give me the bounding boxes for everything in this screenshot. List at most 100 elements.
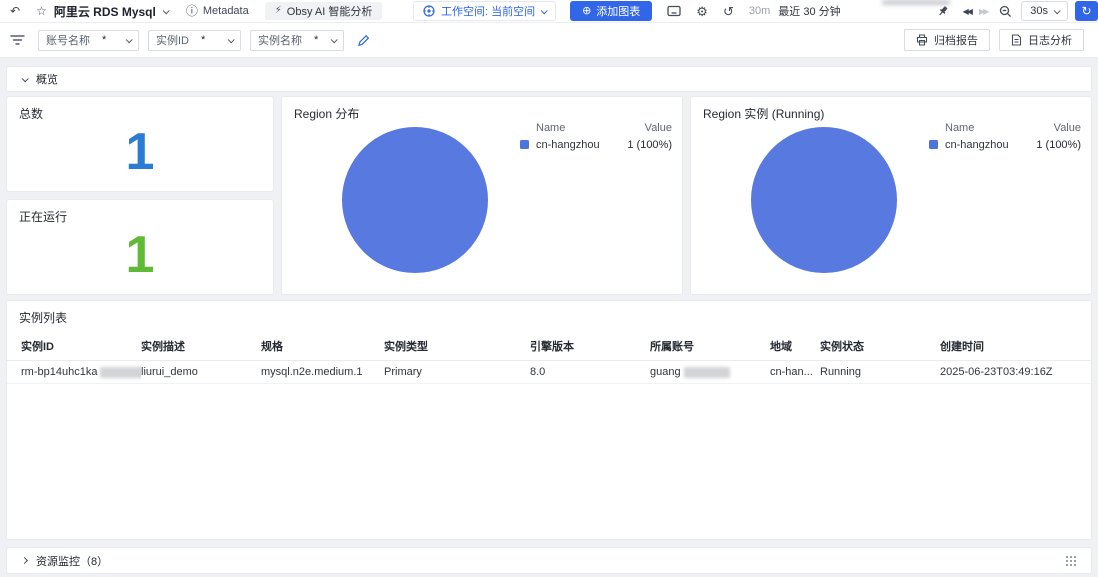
- column-header: 引擎版本: [530, 333, 650, 361]
- running-count-value: 1: [7, 225, 273, 294]
- log-analysis-button[interactable]: 日志分析: [999, 29, 1084, 51]
- filter-instance-name[interactable]: 实例名称 *: [250, 30, 344, 51]
- column-header: 创建时间: [940, 333, 1091, 361]
- favorite-star-icon[interactable]: ☆: [36, 5, 47, 17]
- refresh-interval-label: 30s: [1030, 5, 1048, 17]
- region: cn-han...: [770, 361, 820, 384]
- pie-chart[interactable]: [342, 127, 488, 273]
- back-undo-icon[interactable]: ↶: [10, 5, 20, 17]
- instance-type: Primary: [384, 361, 530, 384]
- chevron-down-icon: [126, 36, 133, 43]
- panel-title: 实例列表: [7, 301, 1091, 326]
- column-header: 所属账号: [650, 333, 770, 361]
- instance-status: Running: [820, 361, 940, 384]
- interval-badge[interactable]: 30m: [749, 5, 770, 17]
- redacted-text: [684, 367, 730, 378]
- redacted-text: [100, 367, 141, 378]
- legend-color-swatch: [929, 140, 938, 149]
- overview-section-header[interactable]: 概览: [6, 66, 1092, 92]
- column-header: 地域: [770, 333, 820, 361]
- filter-bar: 账号名称 * 实例ID * 实例名称 * 归档报告 日志分析: [0, 23, 1098, 58]
- dashboard-page: ↶ ☆ 阿里云 RDS Mysql ⓘ Metadata ⚡ Obsy AI 智…: [0, 0, 1098, 577]
- rewind-icon[interactable]: ◀◀: [963, 7, 971, 16]
- legend-item[interactable]: cn-hangzhou 1 (100%): [520, 136, 672, 153]
- metadata-button[interactable]: ⓘ Metadata: [186, 5, 249, 17]
- region-running-panel: Region 实例 (Running) Name Value cn-hangzh…: [690, 96, 1092, 295]
- panel-title: 总数: [7, 97, 273, 122]
- display-monitor-icon[interactable]: [667, 5, 681, 18]
- filterbar-right-group: 归档报告 日志分析: [904, 29, 1088, 51]
- instance-id: rm-bp14uhc1ka: [21, 366, 97, 378]
- column-header: 实例ID: [7, 333, 141, 361]
- pin-icon[interactable]: [937, 5, 949, 17]
- forward-icon: ▶▶: [979, 7, 987, 16]
- expand-chevron-icon: [21, 557, 28, 564]
- pie-legend: Name Value cn-hangzhou 1 (100%): [929, 119, 1081, 153]
- pie-legend: Name Value cn-hangzhou 1 (100%): [520, 119, 672, 153]
- archive-report-button[interactable]: 归档报告: [904, 29, 990, 51]
- overview-panels-row: 总数 1 正在运行 1 Region 分布 Name Value: [6, 96, 1092, 295]
- refresh-button[interactable]: ↻: [1075, 1, 1098, 21]
- collapse-chevron-icon: [22, 75, 29, 82]
- table-header-row: 实例ID 实例描述 规格 实例类型 引擎版本 所属账号 地域 实例状态 创建时间: [7, 333, 1091, 361]
- workspace-label: 工作空间: 当前空间: [441, 3, 535, 19]
- legend-color-swatch: [520, 140, 529, 149]
- instance-spec: mysql.n2e.medium.1: [261, 361, 384, 384]
- ai-bolt-icon: ⚡: [275, 6, 282, 16]
- plus-circle-icon: ⊕: [582, 6, 591, 17]
- settings-gear-icon[interactable]: ⚙: [696, 5, 708, 18]
- dashboard-title-group[interactable]: ☆ 阿里云 RDS Mysql: [36, 3, 168, 20]
- metadata-label: Metadata: [203, 5, 249, 17]
- legend-header-row: Name Value: [929, 119, 1081, 136]
- pie-chart[interactable]: [751, 127, 897, 273]
- add-chart-label: 添加图表: [596, 3, 640, 19]
- chevron-down-icon: [331, 36, 338, 43]
- total-count-panel: 总数 1: [6, 96, 274, 192]
- total-count-value: 1: [7, 122, 273, 191]
- instance-description: liurui_demo: [141, 361, 261, 384]
- refresh-interval-dropdown[interactable]: 30s: [1021, 1, 1068, 21]
- column-header: 实例描述: [141, 333, 261, 361]
- filter-icon[interactable]: [10, 34, 25, 46]
- drag-grip-icon[interactable]: [1066, 556, 1076, 566]
- history-icon[interactable]: ↺: [723, 5, 734, 18]
- engine-version: 8.0: [530, 361, 650, 384]
- instance-table: 实例ID 实例描述 规格 实例类型 引擎版本 所属账号 地域 实例状态 创建时间…: [7, 333, 1091, 384]
- region-distribution-panel: Region 分布 Name Value cn-hangzhou 1 (100%…: [281, 96, 683, 295]
- table-row[interactable]: rm-bp14uhc1ka liurui_demo mysql.n2e.medi…: [7, 361, 1091, 384]
- printer-icon: [916, 34, 928, 46]
- column-header: 实例类型: [384, 333, 530, 361]
- top-toolbar: ↶ ☆ 阿里云 RDS Mysql ⓘ Metadata ⚡ Obsy AI 智…: [0, 0, 1098, 23]
- refresh-icon: ↻: [1081, 5, 1091, 17]
- obsy-ai-button[interactable]: ⚡ Obsy AI 智能分析: [265, 2, 383, 20]
- toolbar-right-group: 工作空间: 当前空间 ⊕ 添加图表 ⚙ ↺ 30m 最近 30 分钟 ◀◀ ▶▶: [413, 1, 1098, 21]
- dashboard-content: 概览 总数 1 正在运行 1 Region 分布 Name: [0, 58, 1098, 577]
- resource-monitor-section-title: 资源监控（8）: [36, 553, 108, 569]
- chevron-down-icon: [1054, 7, 1061, 14]
- resource-monitor-section-header[interactable]: 资源监控（8）: [6, 547, 1092, 574]
- account-name: guang: [650, 366, 681, 378]
- workspace-selector[interactable]: 工作空间: 当前空间: [413, 1, 556, 21]
- clipped-text-blur: [882, 0, 950, 5]
- chevron-down-icon[interactable]: [163, 7, 170, 14]
- workspace-icon: [423, 5, 435, 17]
- document-icon: [1011, 34, 1022, 46]
- column-header: 实例状态: [820, 333, 940, 361]
- dashboard-title: 阿里云 RDS Mysql: [54, 3, 156, 20]
- chevron-down-icon: [228, 36, 235, 43]
- column-header: 规格: [261, 333, 384, 361]
- filter-account-name[interactable]: 账号名称 *: [38, 30, 139, 51]
- overview-section-title: 概览: [36, 71, 58, 87]
- created-time: 2025-06-23T03:49:16Z: [940, 361, 1091, 384]
- zoom-out-icon[interactable]: [999, 5, 1012, 18]
- filter-instance-id[interactable]: 实例ID *: [148, 30, 241, 51]
- legend-header-row: Name Value: [520, 119, 672, 136]
- chevron-down-icon: [541, 7, 548, 14]
- obsy-ai-label: Obsy AI 智能分析: [287, 3, 373, 19]
- add-chart-button[interactable]: ⊕ 添加图表: [570, 1, 652, 21]
- panel-title: 正在运行: [7, 200, 273, 225]
- instance-list-panel: 实例列表 实例ID 实例描述 规格 实例类型 引擎版本 所属账号 地域 实例状态: [6, 300, 1092, 540]
- edit-filters-pencil-icon[interactable]: [357, 34, 370, 47]
- legend-item[interactable]: cn-hangzhou 1 (100%): [929, 136, 1081, 153]
- time-range-label[interactable]: 最近 30 分钟: [778, 3, 840, 19]
